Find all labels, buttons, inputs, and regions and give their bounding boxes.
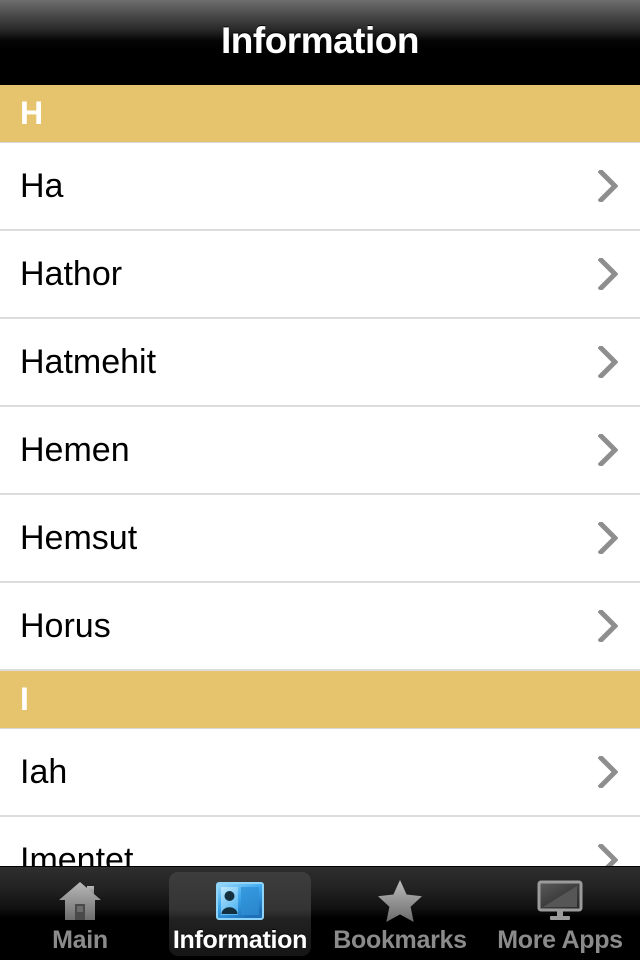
list-item[interactable]: Hemsut <box>0 495 640 583</box>
tab-bookmarks[interactable]: Bookmarks <box>320 867 480 960</box>
list-item-label: Imentet <box>20 841 134 866</box>
list-item[interactable]: Horus <box>0 583 640 671</box>
house-icon <box>50 879 110 923</box>
monitor-icon <box>530 879 590 923</box>
chevron-right-icon <box>598 844 618 866</box>
tab-more-apps[interactable]: More Apps <box>480 867 640 960</box>
tab-label: Bookmarks <box>333 925 467 954</box>
deity-list[interactable]: H Ha Hathor Hatmehit Hemen Hemsut Horus I Iah Ime… <box>0 85 640 866</box>
chevron-right-icon <box>598 170 618 202</box>
app-screen: Information H Ha Hathor Hatmehit Hemen Hemsut… <box>0 0 640 960</box>
chevron-right-icon <box>598 522 618 554</box>
list-item-label: Horus <box>20 607 111 645</box>
chevron-right-icon <box>598 434 618 466</box>
list-item[interactable]: Hemen <box>0 407 640 495</box>
contact-card-icon <box>210 879 270 923</box>
tab-label: Information <box>172 925 308 954</box>
list-item-label: Hemen <box>20 431 130 469</box>
list-item[interactable]: Ha <box>0 143 640 231</box>
section-header-i: I <box>0 671 640 729</box>
tab-main[interactable]: Main <box>0 867 160 960</box>
tab-information[interactable]: Information <box>160 867 320 960</box>
tab-label: More Apps <box>497 925 623 954</box>
tab-label: Main <box>52 925 108 954</box>
page-title: Information <box>221 19 419 61</box>
list-item[interactable]: Hatmehit <box>0 319 640 407</box>
navigation-bar: Information <box>0 0 640 85</box>
list-item[interactable]: Hathor <box>0 231 640 319</box>
list-item[interactable]: Iah <box>0 729 640 817</box>
list-item-label: Iah <box>20 753 68 791</box>
chevron-right-icon <box>598 346 618 378</box>
section-header-h: H <box>0 85 640 143</box>
chevron-right-icon <box>598 258 618 290</box>
list-item-label: Ha <box>20 167 64 205</box>
chevron-right-icon <box>598 756 618 788</box>
list-item-label: Hatmehit <box>20 343 157 381</box>
list-item-label: Hemsut <box>20 519 138 557</box>
list-item-label: Hathor <box>20 255 123 293</box>
tab-bar: Main Information Bookmarks More Apps <box>0 866 640 960</box>
star-icon <box>370 879 430 923</box>
chevron-right-icon <box>598 610 618 642</box>
list-item[interactable]: Imentet <box>0 817 640 866</box>
